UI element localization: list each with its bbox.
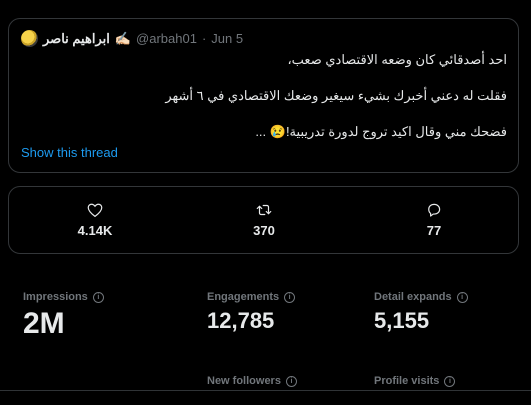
- info-icon[interactable]: i: [285, 375, 297, 387]
- tweet-text: احد أصدقائي كان وضعه الاقتصادي صعب، فقلت…: [37, 51, 507, 141]
- tweet-line-2: فقلت له دعني أخبرك بشيء سيغير وضعك الاقت…: [165, 88, 507, 103]
- info-icon[interactable]: i: [444, 375, 456, 387]
- engagements-value: 12,785: [207, 308, 275, 333]
- impressions-metric: Impressions i 2M: [23, 291, 104, 341]
- tweet-line-1: احد أصدقائي كان وضعه الاقتصادي صعب،: [287, 52, 507, 67]
- tweet-header: ابراهيم ناصر ✍🏻 @arbah01 · Jun 5: [21, 30, 243, 47]
- retweet-count: 370: [253, 223, 275, 238]
- like-button[interactable]: 4.14K: [55, 201, 135, 238]
- avatar[interactable]: [21, 30, 38, 47]
- detail-expands-label: Detail expands: [374, 291, 452, 303]
- info-icon[interactable]: i: [92, 291, 104, 303]
- profile-visits-metric: Profile visits i: [374, 375, 456, 387]
- engagement-stats-card: 4.14K 370 77: [8, 186, 519, 254]
- new-followers-label: New followers: [207, 375, 281, 387]
- divider: [0, 390, 531, 391]
- author-display-name[interactable]: ابراهيم ناصر: [43, 31, 110, 47]
- detail-expands-value: 5,155: [374, 308, 430, 333]
- show-thread-link[interactable]: Show this thread: [21, 145, 118, 160]
- tweet-date[interactable]: Jun 5: [211, 31, 243, 46]
- engagements-metric: Engagements i 12,785: [207, 291, 296, 334]
- profile-visits-label: Profile visits: [374, 375, 440, 387]
- reply-count: 77: [426, 223, 442, 238]
- tweet-card[interactable]: ابراهيم ناصر ✍🏻 @arbah01 · Jun 5 احد أصد…: [8, 18, 519, 173]
- engagements-label: Engagements: [207, 291, 280, 303]
- tweet-line-3: فضحك مني وقال اكيد تروج لدورة تدريبية!😢 …: [255, 124, 507, 139]
- impressions-value: 2M: [23, 307, 65, 340]
- author-handle[interactable]: @arbah01: [136, 31, 197, 46]
- retweet-icon: [256, 204, 272, 216]
- name-emoji: ✍🏻: [114, 30, 132, 46]
- retweet-button[interactable]: 370: [224, 201, 304, 238]
- reply-icon: [428, 203, 441, 217]
- info-icon[interactable]: i: [284, 291, 296, 303]
- reply-button[interactable]: 77: [394, 201, 474, 238]
- new-followers-metric: New followers i: [207, 375, 297, 387]
- impressions-label: Impressions: [23, 291, 88, 303]
- like-count: 4.14K: [77, 223, 113, 238]
- heart-icon: [87, 203, 103, 218]
- info-icon[interactable]: i: [456, 291, 468, 303]
- detail-expands-metric: Detail expands i 5,155: [374, 291, 468, 334]
- header-separator: ·: [201, 31, 207, 46]
